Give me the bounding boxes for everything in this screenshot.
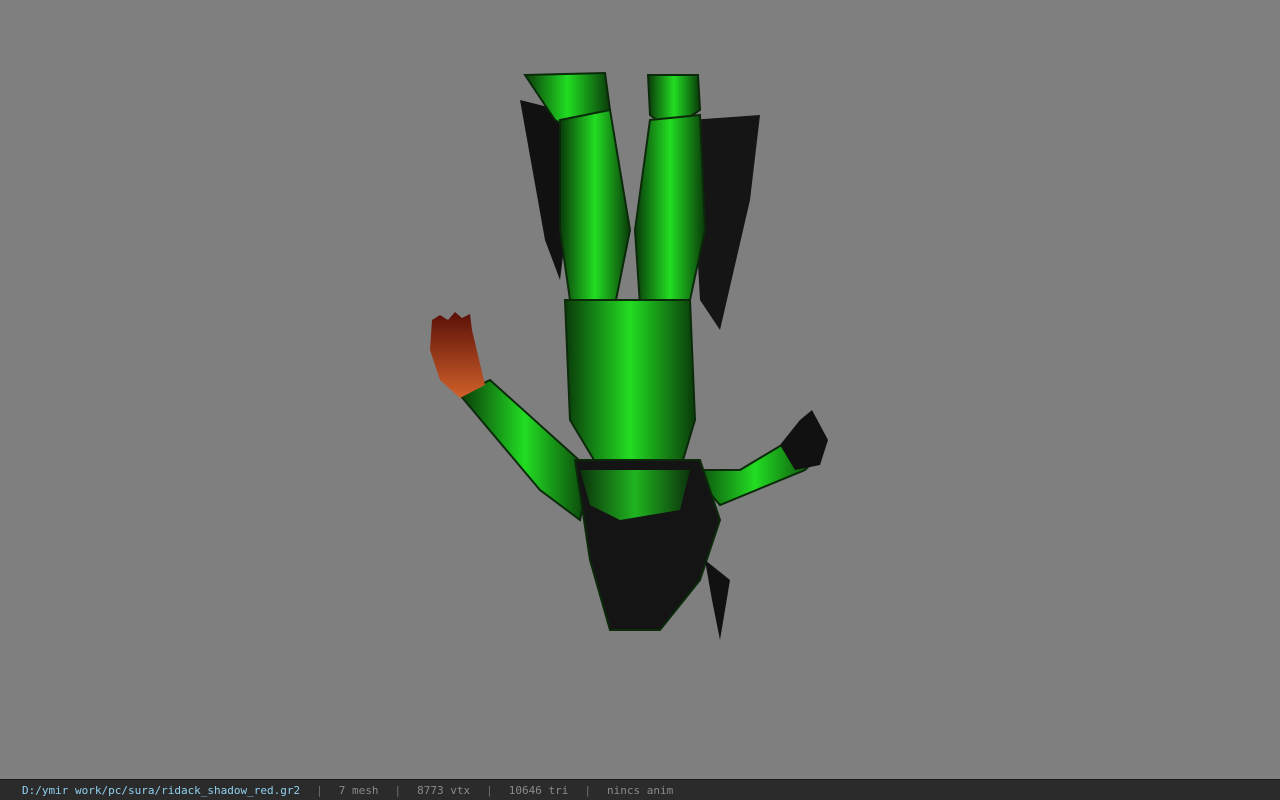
helmet-spike [705,560,730,640]
separator: | [486,783,493,797]
3d-viewport[interactable] [0,0,1280,779]
mesh-count: 7 mesh [338,783,379,797]
red-hand [430,312,485,398]
triangle-count: 10646 tri [508,783,569,797]
status-bar: D:/ymir work/pc/sura/ridack_shadow_red.g… [0,779,1280,800]
character-model[interactable] [0,0,1280,779]
separator: | [316,783,323,797]
separator: | [394,783,402,797]
separator: | [584,783,591,797]
vertex-count: 8773 vtx [417,783,471,797]
file-path: D:/ymir work/pc/sura/ridack_shadow_red.g… [22,783,301,797]
leg-left [559,108,632,307]
animation-status: nincs anim [607,783,674,797]
leg-right [633,113,707,307]
torso [563,299,697,471]
